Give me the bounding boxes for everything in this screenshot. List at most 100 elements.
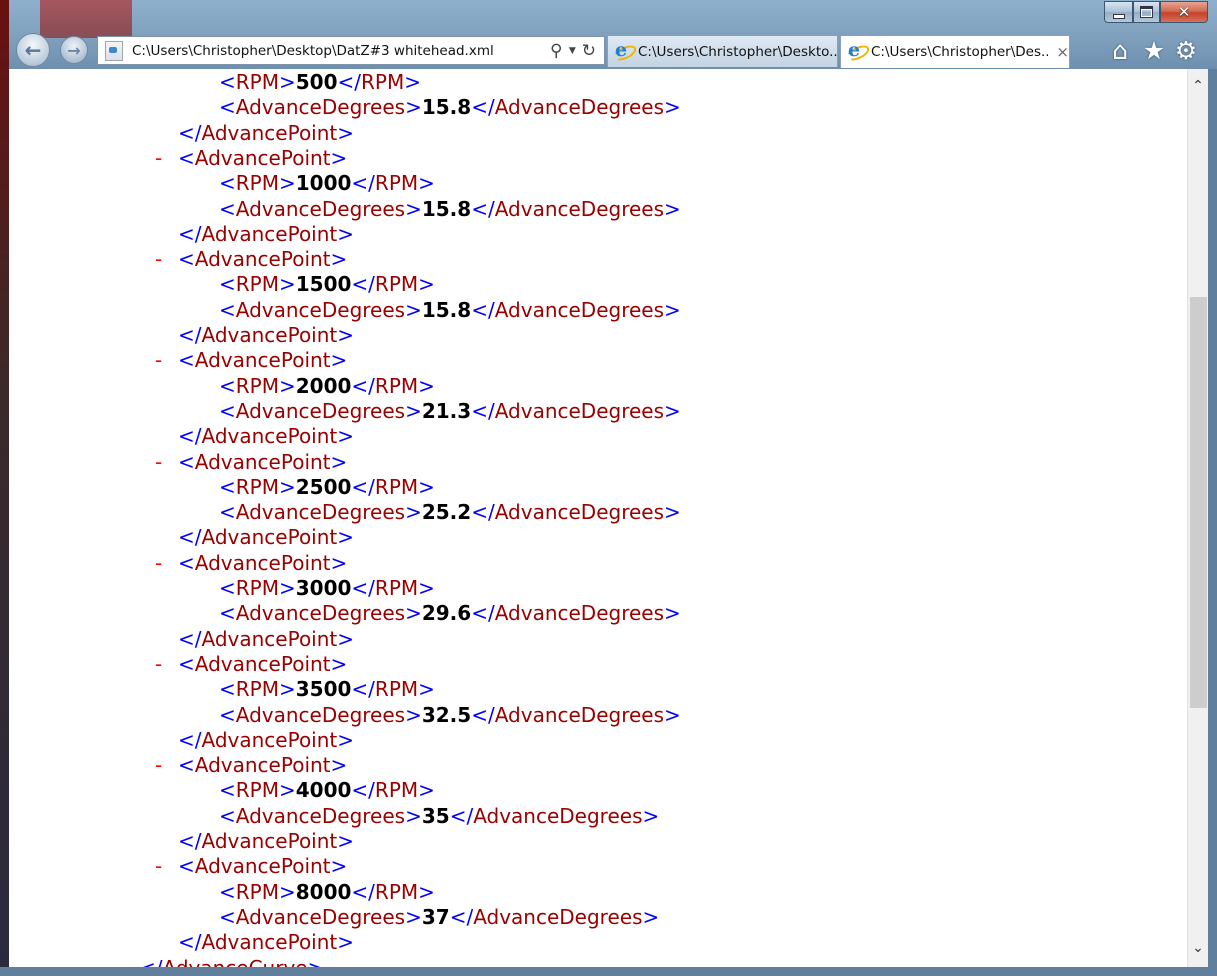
bracket: < <box>178 247 195 272</box>
tag-name: AdvanceDegrees <box>235 601 406 626</box>
collapse-toggle[interactable]: - <box>155 753 162 778</box>
bracket: </ <box>351 576 375 600</box>
tag-name: RPM <box>374 879 419 904</box>
bracket: > <box>418 474 435 499</box>
bracket: > <box>278 879 296 904</box>
tab-close-icon[interactable]: × <box>1056 43 1069 61</box>
bracket: < <box>219 70 236 94</box>
tag-name: RPM <box>235 778 279 803</box>
collapse-toggle[interactable]: - <box>155 348 162 373</box>
caption-buttons: ✕ <box>1104 1 1208 23</box>
bracket: </ <box>139 956 163 968</box>
tools-gear-icon[interactable]: ⚙ <box>1172 36 1200 65</box>
address-dropdown-icon[interactable]: ▼ <box>569 46 576 56</box>
rpm-line: <RPM>500</RPM> <box>219 70 421 95</box>
bracket: < <box>219 373 236 398</box>
tab-2-active[interactable]: e C:\Users\Christopher\Des... × <box>840 35 1070 68</box>
forward-button[interactable]: → <box>60 36 88 64</box>
bracket: > <box>330 449 348 474</box>
bracket: </ <box>471 297 495 322</box>
bracket: </ <box>178 727 202 752</box>
tag-name: RPM <box>235 576 279 600</box>
bracket: > <box>418 171 435 196</box>
tag-name: AdvanceDegrees <box>235 904 406 929</box>
vertical-scrollbar[interactable]: ⌃ ⌄ <box>1187 69 1208 967</box>
bracket: </ <box>178 424 202 449</box>
tag-name: RPM <box>374 677 419 702</box>
collapse-toggle[interactable]: - <box>155 450 162 475</box>
bracket: > <box>418 373 435 398</box>
bracket: < <box>219 601 236 626</box>
close-button[interactable]: ✕ <box>1160 1 1208 23</box>
bracket: </ <box>471 500 495 525</box>
advance-point-close: </AdvancePoint> <box>178 222 354 247</box>
bracket: </ <box>449 803 474 828</box>
minimize-button[interactable] <box>1104 1 1133 23</box>
bracket: > <box>405 601 422 626</box>
home-icon[interactable]: ⌂ <box>1106 36 1134 65</box>
search-icon[interactable]: ⚲ <box>550 41 562 61</box>
bracket: </ <box>178 930 202 955</box>
advance-degrees-line: <AdvanceDegrees>29.6</AdvanceDegrees> <box>219 601 681 626</box>
advance-point-open: <AdvancePoint> <box>178 450 347 475</box>
xml-file-icon <box>105 40 123 61</box>
tag-name: AdvancePoint <box>201 727 338 752</box>
bracket: > <box>404 70 421 94</box>
refresh-icon[interactable]: ↻ <box>582 41 596 61</box>
bracket: > <box>330 651 348 676</box>
collapse-toggle[interactable]: - <box>155 146 162 171</box>
bracket: </ <box>351 272 375 297</box>
rpm-line: <RPM>2500</RPM> <box>219 475 435 500</box>
scroll-up-arrow-icon[interactable]: ⌃ <box>1188 75 1208 97</box>
advance-degrees-line: <AdvanceDegrees>21.3</AdvanceDegrees> <box>219 399 681 424</box>
xml-value: 2500 <box>295 474 352 499</box>
tab-1[interactable]: e C:\Users\Christopher\Deskto... <box>607 35 838 67</box>
favorites-star-icon[interactable]: ★ <box>1140 36 1168 65</box>
bracket: < <box>219 677 236 702</box>
bracket: </ <box>471 398 495 423</box>
bracket: > <box>308 956 325 968</box>
tag-name: AdvanceDegrees <box>235 95 406 120</box>
back-button[interactable]: ← <box>16 33 50 67</box>
collapse-toggle[interactable]: - <box>155 652 162 677</box>
tag-name: AdvancePoint <box>201 221 338 246</box>
tag-name: RPM <box>374 576 419 600</box>
advance-degrees-line: <AdvanceDegrees>15.8</AdvanceDegrees> <box>219 197 681 222</box>
tag-name: AdvancePoint <box>194 854 331 879</box>
bracket: </ <box>351 171 375 196</box>
tag-name: AdvancePoint <box>201 424 338 449</box>
bracket: < <box>219 576 236 600</box>
collapse-toggle[interactable]: - <box>155 247 162 272</box>
bracket: </ <box>471 601 495 626</box>
tag-name: AdvanceDegrees <box>473 904 643 929</box>
xml-value: 8000 <box>295 879 352 904</box>
address-bar[interactable]: C:\Users\Christopher\Desktop\DatZ#3 whit… <box>97 36 605 65</box>
tag-name: AdvancePoint <box>194 550 331 575</box>
collapse-toggle[interactable]: - <box>155 551 162 576</box>
advance-degrees-line: <AdvanceDegrees>32.5</AdvanceDegrees> <box>219 703 681 728</box>
bracket: < <box>219 474 236 499</box>
tag-name: AdvanceDegrees <box>235 297 406 322</box>
bracket: </ <box>449 904 474 929</box>
advance-degrees-line: <AdvanceDegrees>35</AdvanceDegrees> <box>219 804 659 829</box>
tag-name: RPM <box>235 677 279 702</box>
maximize-button[interactable] <box>1133 1 1160 23</box>
scroll-down-arrow-icon[interactable]: ⌄ <box>1188 937 1208 959</box>
bracket: > <box>337 221 355 246</box>
tag-name: AdvancePoint <box>201 323 338 347</box>
advance-point-open: <AdvancePoint> <box>178 753 347 778</box>
tag-name: AdvancePoint <box>201 120 338 145</box>
xml-value: 1000 <box>295 171 352 196</box>
address-text[interactable]: C:\Users\Christopher\Desktop\DatZ#3 whit… <box>132 43 550 59</box>
scroll-thumb[interactable] <box>1190 297 1207 708</box>
window-right-border <box>1208 69 1217 976</box>
bracket: < <box>219 879 236 904</box>
advance-point-open: <AdvancePoint> <box>178 854 347 879</box>
rpm-line: <RPM>1500</RPM> <box>219 272 435 297</box>
collapse-toggle[interactable]: - <box>155 854 162 879</box>
bracket: > <box>337 727 355 752</box>
bracket: < <box>178 854 195 879</box>
bracket: </ <box>351 879 375 904</box>
bracket: > <box>664 702 681 727</box>
bracket: > <box>642 904 660 929</box>
